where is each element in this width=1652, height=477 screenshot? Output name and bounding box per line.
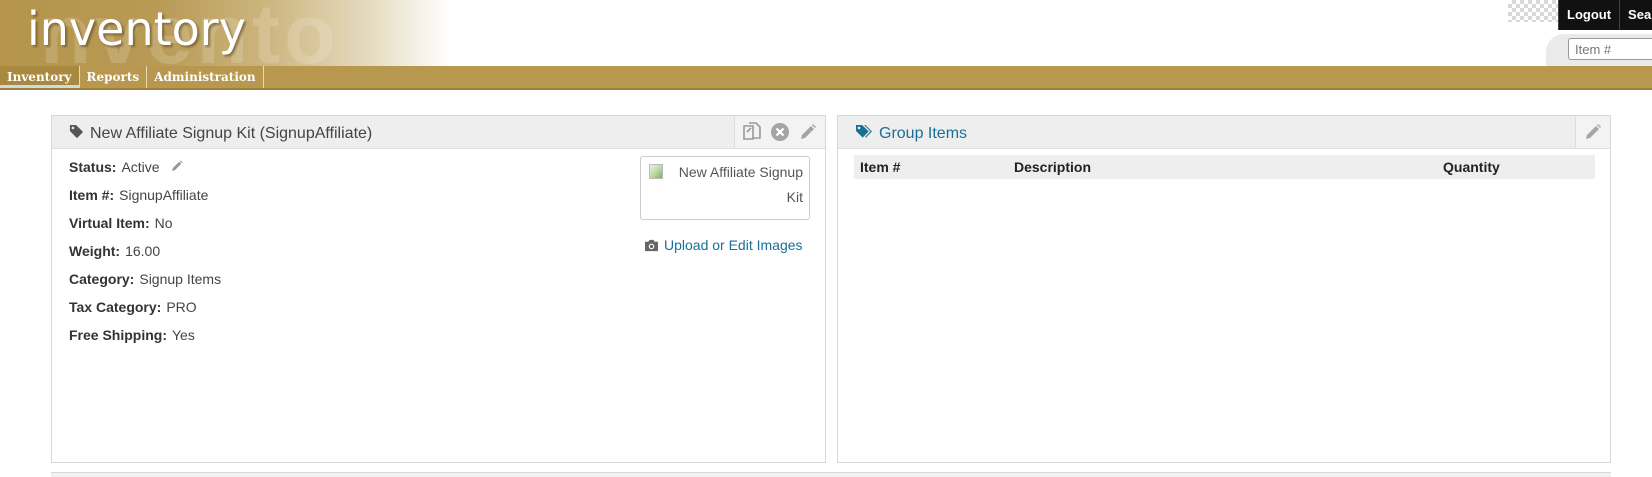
field-tax-category: Tax Category: PRO xyxy=(69,299,197,315)
status-value: Active xyxy=(121,159,160,175)
upload-images-link[interactable]: Upload or Edit Images xyxy=(644,237,803,253)
column-description: Description xyxy=(1014,159,1092,175)
tab-administration[interactable]: Administration xyxy=(147,66,264,88)
edit-status-icon[interactable] xyxy=(170,159,184,177)
decorative-pattern xyxy=(1508,0,1558,22)
delete-icon[interactable] xyxy=(769,121,791,143)
item-image-alt-text: New Affiliate Signup Kit xyxy=(678,164,803,205)
header: nvento inventory Logout Sear xyxy=(0,0,1652,66)
camera-icon xyxy=(645,239,658,251)
copy-icon[interactable] xyxy=(741,121,763,143)
field-status: Status: Active xyxy=(69,158,221,186)
item-title-text: New Affiliate Signup Kit (SignupAffiliat… xyxy=(90,125,373,142)
broken-image-icon xyxy=(649,164,663,179)
item-panel-header: New Affiliate Signup Kit (SignupAffiliat… xyxy=(52,116,825,149)
item-search-input[interactable] xyxy=(1568,38,1652,60)
edit-group-icon[interactable] xyxy=(1582,121,1604,143)
column-item-number: Item # xyxy=(860,159,901,175)
tags-icon xyxy=(855,124,873,144)
item-details-panel: New Affiliate Signup Kit (SignupAffiliat… xyxy=(51,115,826,463)
next-panel-edge xyxy=(51,472,1611,477)
app-banner: nvento inventory xyxy=(0,0,450,66)
field-virtual-item: Virtual Item: No xyxy=(69,215,173,231)
field-weight: Weight: 16.00 xyxy=(69,243,161,259)
edit-icon[interactable] xyxy=(797,121,819,143)
item-image[interactable]: New Affiliate Signup Kit xyxy=(640,156,810,220)
tab-inventory[interactable]: Inventory xyxy=(0,66,80,88)
column-quantity: Quantity xyxy=(1443,159,1500,175)
group-panel-tools xyxy=(1575,116,1610,148)
main-nav: Inventory Reports Administration xyxy=(0,66,1652,90)
group-title-text: Group Items xyxy=(879,125,968,142)
logout-button[interactable]: Logout xyxy=(1558,0,1619,30)
group-items-panel: Group Items Item # Description Quantity xyxy=(837,115,1611,463)
field-free-shipping: Free Shipping: Yes xyxy=(69,327,195,343)
search-button[interactable]: Sear xyxy=(1619,0,1652,30)
top-buttons: Logout Sear xyxy=(1558,0,1652,30)
app-title: inventory xyxy=(27,2,246,56)
group-panel-title: Group Items xyxy=(855,124,967,144)
item-field-list: Status: Active Item #: SignupAffiliate V… xyxy=(69,158,221,354)
group-items-table-header: Item # Description Quantity xyxy=(854,155,1595,179)
item-panel-title: New Affiliate Signup Kit (SignupAffiliat… xyxy=(69,124,372,144)
field-category: Category: Signup Items xyxy=(69,271,222,287)
tab-reports[interactable]: Reports xyxy=(80,66,148,88)
field-item-number: Item #: SignupAffiliate xyxy=(69,187,209,203)
tag-icon xyxy=(69,124,84,144)
item-panel-tools xyxy=(734,116,825,148)
group-panel-header: Group Items xyxy=(838,116,1610,149)
